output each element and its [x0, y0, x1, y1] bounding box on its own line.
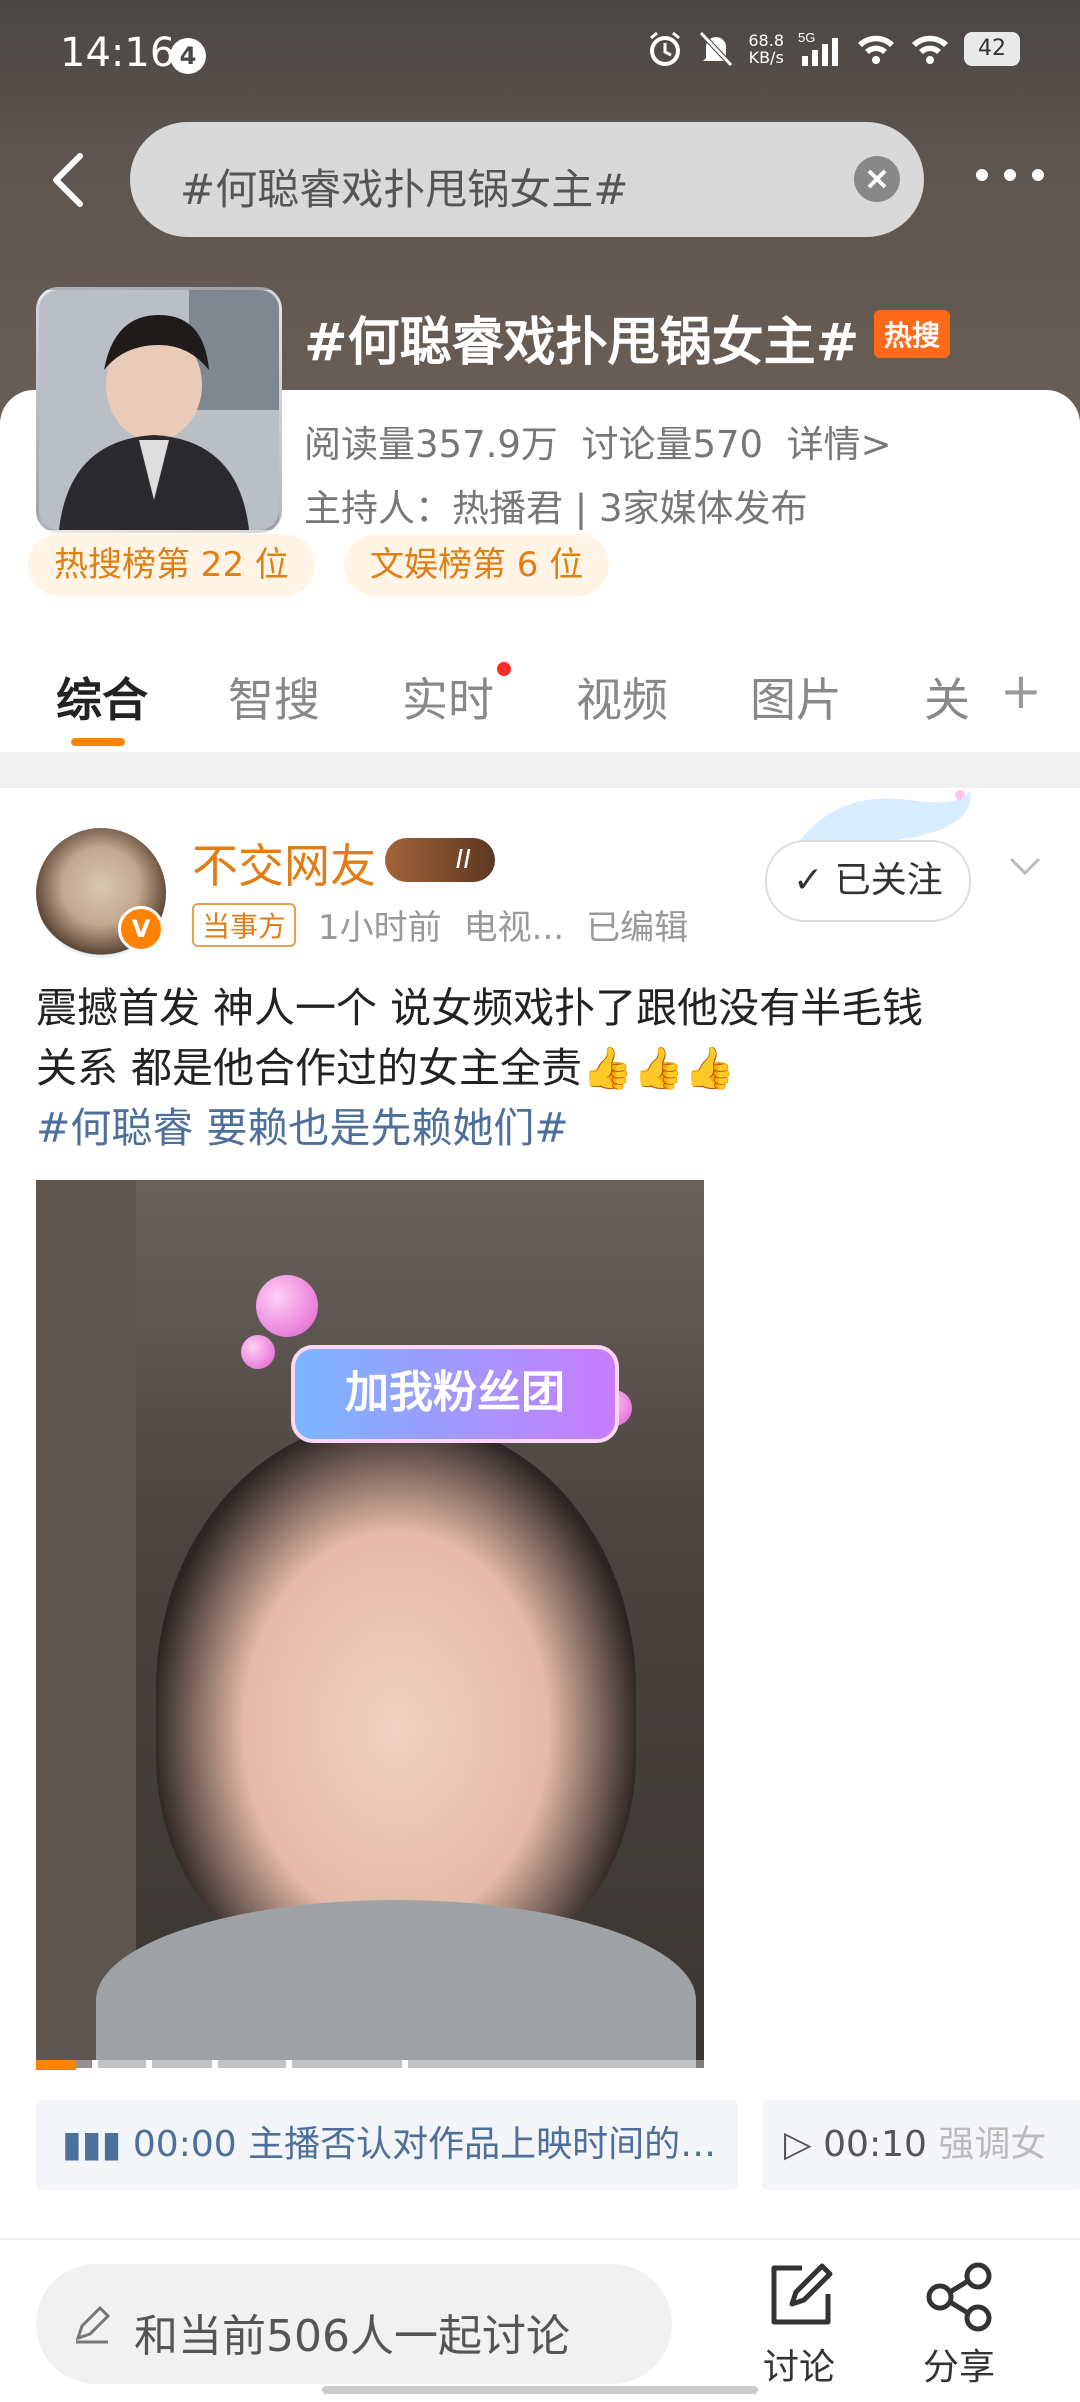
- post-text-line-2: 关系 都是他合作过的女主全责👍👍👍: [36, 1044, 736, 1092]
- status-time: 14:16: [60, 30, 176, 76]
- chapter-marker: [286, 2060, 292, 2070]
- check-icon: ✓: [793, 860, 824, 901]
- search-query-text: #何聪睿戏扑甩锅女主#: [180, 165, 629, 214]
- hot-search-badge: 热搜: [874, 310, 951, 358]
- verified-badge-icon: V: [118, 906, 164, 952]
- chapter-1-time: 00:00: [132, 2124, 237, 2165]
- wifi-icon-2: [912, 35, 948, 64]
- svg-text:5G: 5G: [798, 30, 815, 45]
- share-label: 分享: [922, 2347, 995, 2388]
- realtime-red-dot: [497, 662, 511, 676]
- clear-search-icon[interactable]: [854, 156, 900, 202]
- discuss-button[interactable]: 讨论: [744, 2260, 854, 2390]
- follow-button[interactable]: ✓ 已关注: [765, 840, 971, 922]
- tab-realtime[interactable]: 实时: [402, 664, 494, 730]
- follow-label: 已关注: [834, 860, 943, 901]
- entertainment-rank-pill[interactable]: 文娱榜第 6 位: [344, 534, 610, 596]
- post-text-line-1: 震撼首发 神人一个 说女频戏扑了跟他没有半毛钱: [36, 984, 924, 1032]
- post-text: 震撼首发 神人一个 说女频戏扑了跟他没有半毛钱 关系 都是他合作过的女主全责👍👍…: [36, 978, 1046, 1158]
- chapter-marker: [92, 2060, 98, 2070]
- video-person-hoodie: [96, 1900, 696, 2068]
- bottom-bar: 和当前506人一起讨论 讨论 分享: [0, 2238, 1080, 2402]
- post-meta: 当事方 1小时前 电视... 已编辑: [192, 900, 688, 949]
- chapter-2-title: 强调女: [938, 2124, 1047, 2165]
- chapter-marker: [402, 2060, 408, 2070]
- post-time: 1小时前: [318, 908, 442, 948]
- net-speed-value: 68.8: [748, 31, 784, 50]
- author-name[interactable]: 不交网友: [192, 830, 376, 896]
- search-input[interactable]: #何聪睿戏扑甩锅女主#: [130, 122, 924, 237]
- share-icon: [926, 2262, 992, 2332]
- post-source: 电视...: [463, 908, 565, 948]
- share-button[interactable]: 分享: [904, 2260, 1014, 2390]
- play-icon: ▷: [784, 2124, 812, 2165]
- topic-stats[interactable]: 阅读量357.9万 讨论量570 详情>: [304, 414, 892, 468]
- stakeholder-tag: 当事方: [192, 902, 297, 947]
- mute-bell-icon: [699, 31, 734, 67]
- chapter-2-time: 00:10: [823, 2124, 927, 2165]
- more-options-icon[interactable]: [970, 160, 1050, 190]
- video-player[interactable]: 加我粉丝团: [36, 1180, 704, 2068]
- tab-related[interactable]: 关: [924, 664, 970, 730]
- hot-search-rank-pill[interactable]: 热搜榜第 22 位: [28, 534, 315, 596]
- cell-signal-icon: 5G: [798, 30, 838, 66]
- status-bar: 14:16 4 68.8 KB/s 5G 42: [0, 0, 1080, 110]
- topic-thumbnail[interactable]: [36, 287, 282, 533]
- playing-bars-icon: ▮▮▮: [62, 2124, 122, 2165]
- notification-count-badge: 4: [170, 38, 206, 74]
- video-progress-fill: [36, 2060, 77, 2070]
- video-chapter-1[interactable]: ▮▮▮ 00:00 主播否认对作品上映时间的…: [36, 2100, 738, 2190]
- comment-placeholder: 和当前506人一起讨论: [134, 2311, 570, 2362]
- tab-images[interactable]: 图片: [750, 664, 842, 730]
- video-person: [156, 1420, 636, 1980]
- video-progress-bar[interactable]: [36, 2060, 704, 2070]
- alarm-icon: [650, 31, 681, 66]
- tab-smart-search[interactable]: 智搜: [228, 664, 320, 730]
- chapter-marker: [146, 2060, 152, 2070]
- comment-input[interactable]: 和当前506人一起讨论: [36, 2264, 672, 2384]
- orb-decoration: [256, 1275, 318, 1337]
- topic-title: #何聪睿戏扑甩锅女主#: [304, 313, 860, 373]
- pen-icon: [75, 2305, 111, 2344]
- discuss-label: 讨论: [762, 2347, 835, 2388]
- video-chapter-2[interactable]: ▷ 00:10 强调女: [762, 2100, 1080, 2190]
- tab-video[interactable]: 视频: [576, 664, 668, 730]
- tab-comprehensive[interactable]: 综合: [56, 664, 148, 730]
- topic-host: 主持人：热播君 | 3家媒体发布: [304, 487, 808, 530]
- edit-square-icon: [771, 2263, 833, 2325]
- whale-decoration-icon: [800, 790, 971, 844]
- chevron-down-icon[interactable]: [1005, 845, 1045, 885]
- video-background-wall: [36, 1180, 136, 2068]
- battery-indicator: 42: [964, 32, 1020, 66]
- active-tab-indicator: [71, 738, 125, 746]
- net-speed-unit: KB/s: [748, 48, 784, 67]
- home-indicator[interactable]: [322, 2386, 758, 2394]
- post-hashtag-link[interactable]: #何聪睿 要赖也是先赖她们#: [36, 1098, 1046, 1158]
- section-separator: [0, 752, 1080, 788]
- edited-label: 已编辑: [586, 908, 689, 948]
- add-tab-icon[interactable]: +: [1000, 662, 1042, 720]
- net-speed: 68.8 KB/s: [748, 32, 784, 66]
- fan-club-overlay: 加我粉丝团: [291, 1345, 619, 1443]
- chapter-marker: [212, 2060, 218, 2070]
- orb-decoration: [241, 1335, 275, 1369]
- wifi-icon: [858, 35, 894, 64]
- fan-level-badge: II: [385, 838, 495, 882]
- back-arrow-icon[interactable]: [42, 150, 102, 210]
- chapter-1-title: 主播否认对作品上映时间的…: [248, 2124, 717, 2165]
- status-icons: 68.8 KB/s 5G 42: [646, 30, 1020, 68]
